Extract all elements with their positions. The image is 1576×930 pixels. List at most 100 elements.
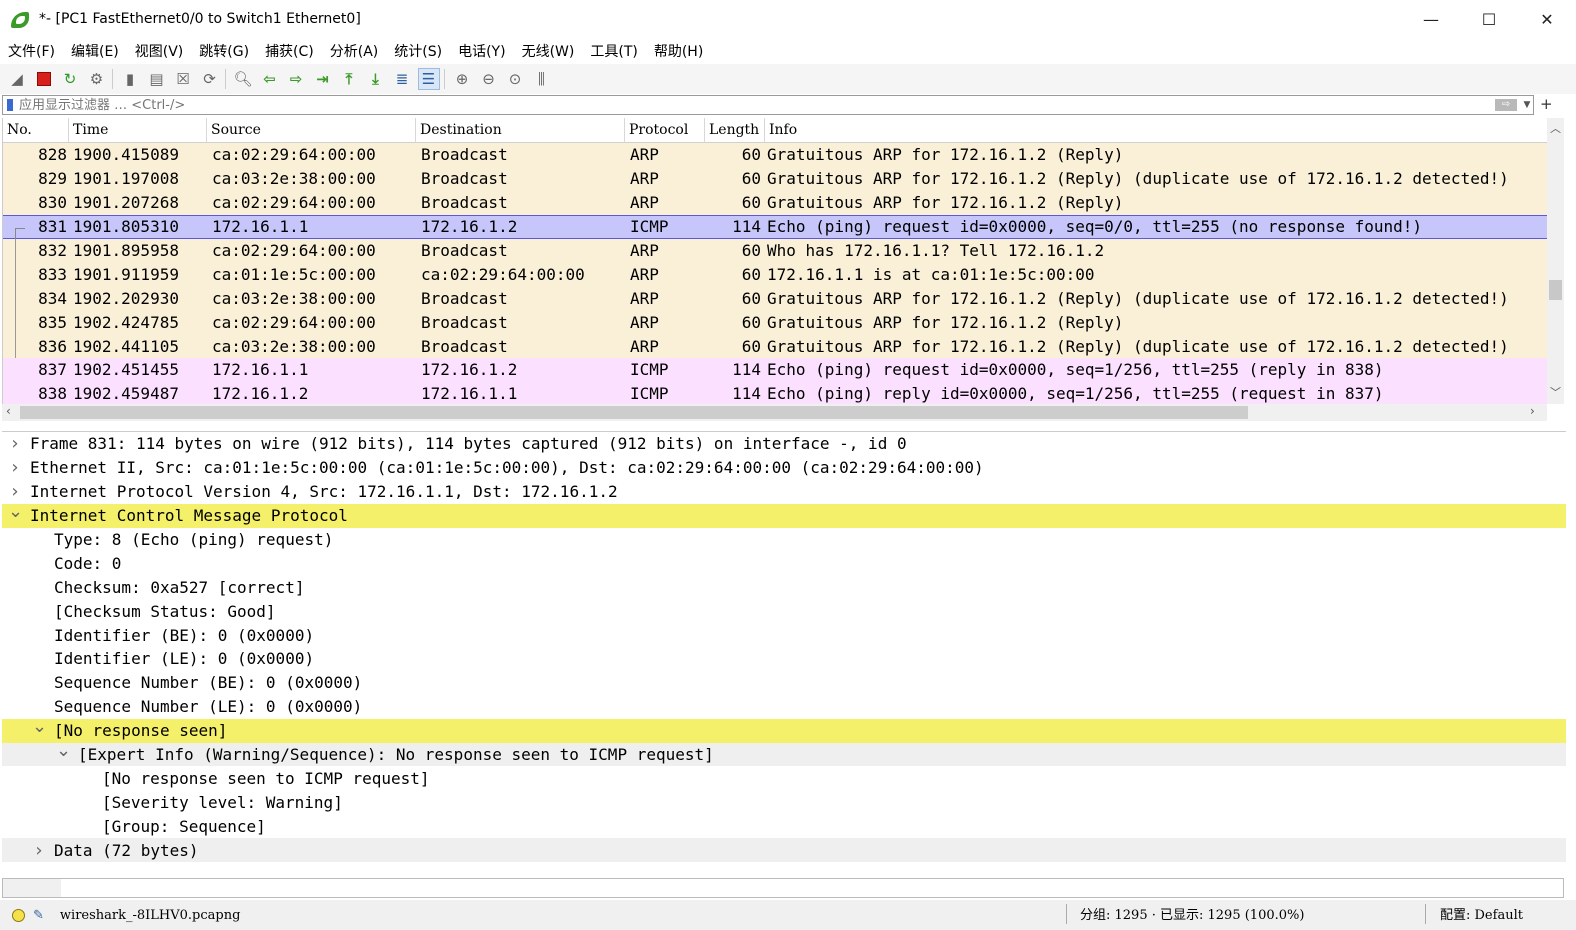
bookmark-icon[interactable] [7, 99, 13, 111]
resize-columns-icon[interactable]: ⫼ [531, 68, 553, 90]
packet-row[interactable]: 828 1900.415089 ca:02:29:64:00:00 Broadcast… [3, 143, 1547, 167]
chevron-right-icon[interactable]: › [8, 481, 22, 502]
packet-row[interactable]: 830 1901.207268 ca:02:29:64:00:00 Broadcast… [3, 190, 1547, 215]
packet-row[interactable]: 838 1902.459487 172.16.1.2 172.16.1.1 ICMP 11… [3, 381, 1547, 404]
menu-help[interactable]: 帮助(H) [654, 41, 703, 61]
apply-filter-icon[interactable]: ⇨ [1495, 99, 1517, 111]
detail-tree-item[interactable]: Identifier (LE): 0 (0x0000) [2, 647, 1566, 671]
detail-tree-item[interactable]: › Data (72 bytes) [2, 838, 1566, 863]
add-filter-button[interactable]: + [1540, 95, 1553, 113]
profile-name[interactable]: 配置: Default [1440, 904, 1523, 923]
packet-list-vscroll[interactable]: ︿ ﹀ [1547, 118, 1564, 404]
chevron-right-icon[interactable]: › [8, 433, 22, 454]
menu-wireless[interactable]: 无线(W) [522, 41, 575, 61]
packet-row[interactable]: 829 1901.197008 ca:03:2e:38:00:00 Broadcast… [3, 166, 1547, 191]
comment-icon[interactable]: ✎ [33, 908, 44, 923]
capture-options-icon[interactable]: ⚙ [86, 68, 108, 90]
column-info[interactable]: Info [765, 118, 1547, 143]
chevron-down-icon[interactable]: ⌄ [8, 501, 23, 522]
packet-row[interactable]: 835 1902.424785 ca:02:29:64:00:00 Broadcast… [3, 310, 1547, 335]
zoom-out-icon[interactable]: ⊖ [478, 68, 500, 90]
detail-tree-item[interactable]: [Group: Sequence] [2, 814, 1566, 838]
detail-tree-item[interactable]: ⌄ Internet Control Message Protocol [2, 501, 1566, 528]
capture-file-name: wireshark_-8ILHV0.pcapng [59, 907, 241, 923]
last-packet-icon[interactable]: ⤓ [365, 68, 387, 90]
column-protocol[interactable]: Protocol [625, 118, 705, 143]
scroll-thumb[interactable] [1549, 280, 1562, 300]
column-no[interactable]: No. [3, 118, 69, 143]
packet-row[interactable]: 837 1902.451455 172.16.1.1 172.16.1.2 ICMP 11… [3, 358, 1547, 382]
chevron-right-icon[interactable]: › [8, 457, 22, 478]
detail-tree-item[interactable]: › Ethernet II, Src: ca:01:1e:5c:00:00 (ca… [2, 456, 1566, 480]
packet-protocol: ICMP [630, 384, 669, 404]
detail-text: Internet Control Message Protocol [30, 506, 348, 526]
packet-list-hscroll[interactable]: ‹ › [2, 404, 1547, 421]
detail-text: [Severity level: Warning] [102, 792, 343, 812]
go-back-icon[interactable]: ⇦ [259, 68, 281, 90]
menu-view[interactable]: 视图(V) [135, 41, 184, 61]
reload-file-icon[interactable]: ⟳ [199, 68, 221, 90]
detail-tree-item[interactable]: ⌄ [No response seen] [2, 716, 1566, 743]
detail-tree-item[interactable]: › Frame 831: 114 bytes on wire (912 bits)… [2, 432, 1566, 456]
chevron-down-icon[interactable]: ⌄ [32, 716, 47, 737]
packet-no: 838 [38, 384, 67, 404]
scroll-up-icon[interactable]: ︿ [1550, 120, 1561, 136]
detail-tree-item[interactable]: Checksum: 0xa527 [correct] [2, 575, 1566, 599]
restart-capture-icon[interactable]: ↻ [59, 68, 81, 90]
detail-tree-item[interactable]: Code: 0 [2, 551, 1566, 575]
find-packet-icon[interactable]: 🔍︎ [232, 68, 254, 90]
colorize-icon[interactable]: ☰ [417, 68, 440, 90]
packet-row[interactable]: 832 1901.895958 ca:02:29:64:00:00 Broadcast… [3, 238, 1547, 263]
detail-tree-item[interactable]: [No response seen to ICMP request] [2, 766, 1566, 790]
maximize-button[interactable]: ☐ [1460, 0, 1518, 38]
scroll-down-icon[interactable]: ﹀ [1550, 384, 1561, 400]
detail-tree-item[interactable]: [Severity level: Warning] [2, 790, 1566, 814]
autoscroll-icon[interactable]: ≣ [391, 68, 413, 90]
minimize-button[interactable]: — [1402, 0, 1460, 38]
zoom-reset-icon[interactable]: ⊙ [504, 68, 526, 90]
go-forward-icon[interactable]: ⇨ [285, 68, 307, 90]
menu-statistics[interactable]: 统计(S) [394, 41, 442, 61]
column-length[interactable]: Length [705, 118, 765, 143]
save-file-icon[interactable]: ▤ [146, 68, 168, 90]
menu-file[interactable]: 文件(F) [8, 41, 55, 61]
detail-tree-item[interactable]: [Checksum Status: Good] [2, 599, 1566, 623]
menu-capture[interactable]: 捕获(C) [265, 41, 314, 61]
stop-capture-icon[interactable] [33, 68, 55, 90]
menu-telephony[interactable]: 电话(Y) [458, 41, 505, 61]
packet-bytes-pane[interactable] [2, 878, 1564, 898]
detail-tree-item[interactable]: Sequence Number (BE): 0 (0x0000) [2, 671, 1566, 695]
detail-tree-item[interactable]: ⌄ [Expert Info (Warning/Sequence): No res… [2, 740, 1566, 767]
packet-row[interactable]: 834 1902.202930 ca:03:2e:38:00:00 Broadcast… [3, 286, 1547, 311]
packet-row[interactable]: 831 1901.805310 172.16.1.1 172.16.1.2 ICMP 11… [3, 214, 1547, 240]
menu-go[interactable]: 跳转(G) [199, 41, 249, 61]
expert-info-icon[interactable] [12, 908, 25, 922]
packet-row[interactable]: 833 1901.911959 ca:01:1e:5c:00:00 ca:02:29:… [3, 262, 1547, 287]
zoom-in-icon[interactable]: ⊕ [451, 68, 473, 90]
first-packet-icon[interactable]: ⤒ [338, 68, 360, 90]
open-file-icon[interactable]: ▮ [119, 68, 141, 90]
display-filter-input[interactable] [19, 96, 1495, 114]
detail-tree-item[interactable]: › Internet Protocol Version 4, Src: 172.1… [2, 480, 1566, 504]
close-file-icon[interactable]: ☒ [172, 68, 194, 90]
column-destination[interactable]: Destination [416, 118, 625, 143]
column-source[interactable]: Source [207, 118, 416, 143]
menu-analyze[interactable]: 分析(A) [330, 41, 379, 61]
start-capture-icon[interactable]: ◢ [6, 68, 28, 90]
packet-source: ca:03:2e:38:00:00 [212, 336, 376, 356]
hscroll-thumb[interactable] [20, 406, 1248, 419]
detail-tree-item[interactable]: Identifier (BE): 0 (0x0000) [2, 623, 1566, 647]
chevron-right-icon[interactable]: › [32, 840, 46, 861]
packet-row[interactable]: 836 1902.441105 ca:03:2e:38:00:00 Broadcast… [3, 334, 1547, 359]
menu-tools[interactable]: 工具(T) [590, 41, 637, 61]
detail-tree-item[interactable]: Type: 8 (Echo (ping) request) [2, 528, 1566, 552]
close-button[interactable]: ✕ [1518, 0, 1576, 38]
menu-edit[interactable]: 编辑(E) [71, 41, 119, 61]
column-time[interactable]: Time [69, 118, 207, 143]
detail-tree-item[interactable]: Sequence Number (LE): 0 (0x0000) [2, 695, 1566, 719]
scroll-left-icon[interactable]: ‹ [6, 404, 11, 418]
scroll-right-icon[interactable]: › [1530, 404, 1535, 418]
chevron-down-icon[interactable]: ▼ [1521, 100, 1533, 110]
go-to-packet-icon[interactable]: ⇥ [312, 68, 334, 90]
chevron-down-icon[interactable]: ⌄ [56, 740, 71, 761]
